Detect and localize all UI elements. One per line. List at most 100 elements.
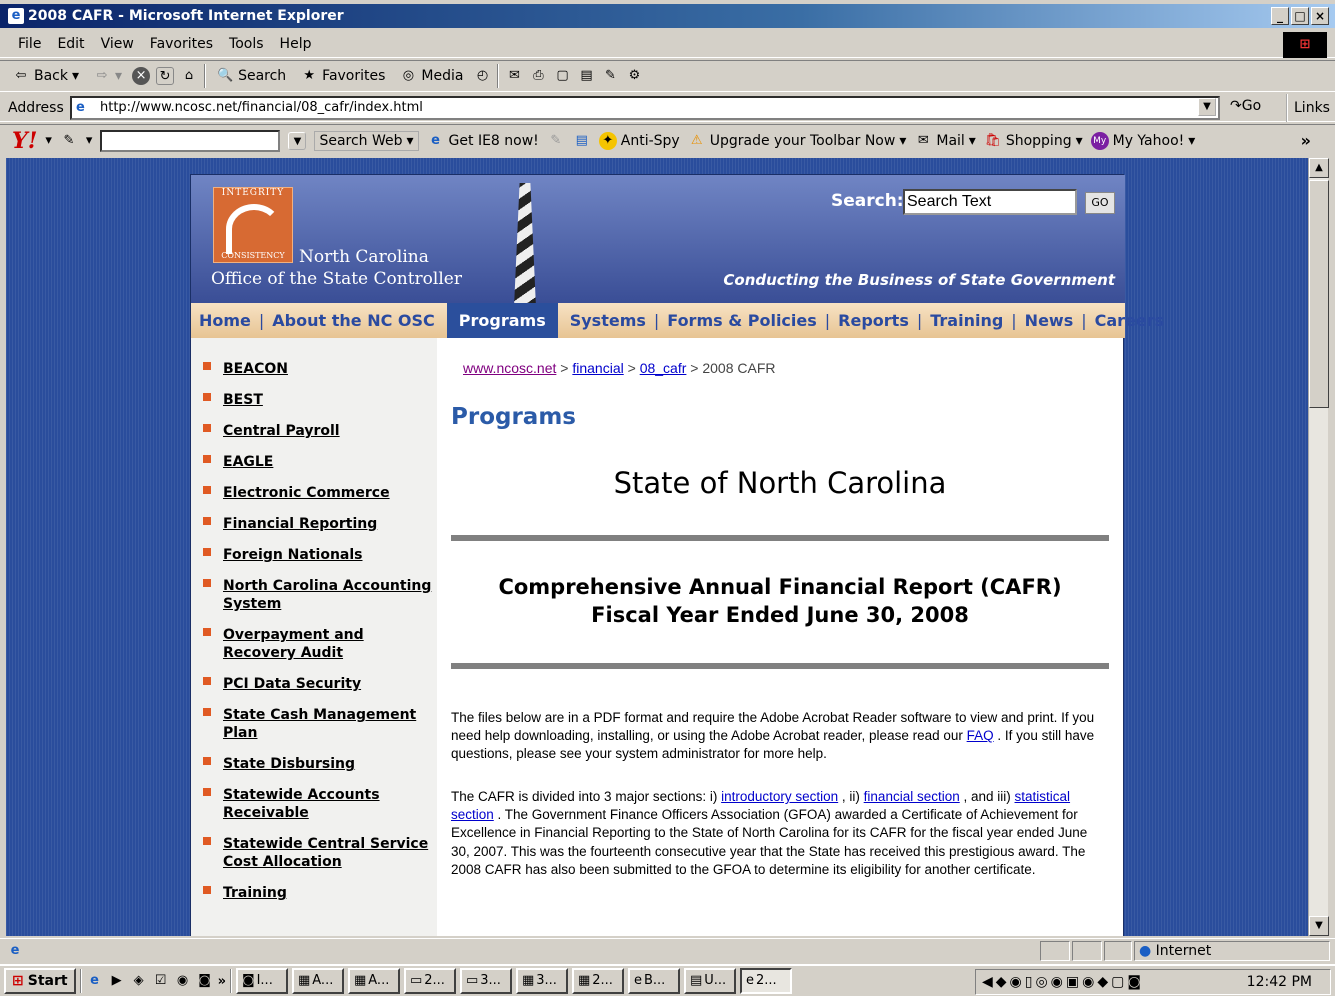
ie-quicklaunch-icon[interactable]: e: [86, 972, 104, 990]
breadcrumb-financial-link[interactable]: financial: [572, 360, 623, 376]
mail-icon[interactable]: ✉: [505, 67, 523, 85]
yahoo-logo-icon[interactable]: Y!: [12, 128, 37, 154]
taskbar-button[interactable]: ▦ 3...: [515, 968, 568, 994]
edit-icon[interactable]: ▢: [553, 67, 571, 85]
taskbar-button[interactable]: e B...: [627, 968, 680, 994]
yahoo-search-dropdown-icon[interactable]: ▼: [288, 131, 307, 150]
sidebar-link-pci[interactable]: PCI Data Security: [223, 676, 361, 692]
forward-button[interactable]: ⇨ ▾: [89, 67, 126, 85]
taskbar-button[interactable]: ▤ U...: [683, 968, 736, 994]
nav-systems[interactable]: Systems: [562, 311, 654, 330]
sidebar-link-electronic-commerce[interactable]: Electronic Commerce: [223, 485, 390, 501]
menu-edit[interactable]: Edit: [49, 36, 92, 52]
sidebar-link-ncas[interactable]: North Carolina Accounting System: [223, 578, 431, 612]
site-search-go-button[interactable]: GO: [1085, 192, 1115, 214]
sidebar-link-financial-reporting[interactable]: Financial Reporting: [223, 516, 377, 532]
financial-section-link[interactable]: financial section: [864, 789, 960, 804]
sidebar-link-overpayment[interactable]: Overpayment and Recovery Audit: [223, 627, 364, 661]
breadcrumb-08cafr-link[interactable]: 08_cafr: [640, 360, 687, 376]
standard-toolbar: ⇦ Back ▾ ⇨ ▾ × ↻ ⌂ 🔍 Search ★ Favorites ◎ Medi…: [0, 60, 1335, 92]
menu-tools[interactable]: Tools: [221, 36, 272, 52]
nav-news[interactable]: News: [1017, 311, 1082, 330]
toolbar-more-button[interactable]: »: [1301, 131, 1311, 150]
media-player-quicklaunch-icon[interactable]: ▶: [108, 972, 126, 990]
start-button[interactable]: ⊞ Start: [4, 968, 76, 994]
print-icon[interactable]: ⎙: [529, 67, 547, 85]
layout-icon[interactable]: ▤: [573, 132, 591, 150]
menu-help[interactable]: Help: [272, 36, 320, 52]
quicklaunch-icon[interactable]: ☑: [152, 972, 170, 990]
mail-button[interactable]: ✉ Mail ▾: [914, 132, 976, 150]
sidebar-link-state-disbursing[interactable]: State Disbursing: [223, 756, 355, 772]
menu-file[interactable]: File: [10, 36, 49, 52]
my-yahoo-button[interactable]: My My Yahoo! ▾: [1090, 131, 1195, 150]
quicklaunch-icon[interactable]: ◉: [174, 972, 192, 990]
anti-spy-button[interactable]: ✦ Anti-Spy: [598, 131, 680, 150]
sidebar-link-cost-allocation[interactable]: Statewide Central Service Cost Allocatio…: [223, 836, 428, 870]
sidebar-link-beacon[interactable]: BEACON: [223, 361, 288, 377]
lighthouse-image: [514, 183, 536, 303]
sidebar-link-cash-management[interactable]: State Cash Management Plan: [223, 707, 416, 741]
sidebar-link-accounts-receivable[interactable]: Statewide Accounts Receivable: [223, 787, 380, 821]
breadcrumb-home-link[interactable]: www.ncosc.net: [463, 360, 556, 376]
sidebar-link-eagle[interactable]: EAGLE: [223, 454, 273, 470]
taskbar-button[interactable]: ◙ I...: [235, 968, 288, 994]
links-button[interactable]: Links: [1286, 94, 1330, 122]
stop-icon[interactable]: ×: [132, 67, 151, 85]
quicklaunch-icon[interactable]: ◈: [130, 972, 148, 990]
taskbar-button[interactable]: ▦ A...: [347, 968, 400, 994]
shopping-button[interactable]: 🛍 Shopping ▾: [984, 132, 1083, 150]
scroll-down-icon[interactable]: ▼: [1309, 916, 1329, 936]
vertical-scrollbar[interactable]: ▲ ▼: [1308, 158, 1329, 936]
home-icon[interactable]: ⌂: [180, 67, 198, 85]
nav-forms-policies[interactable]: Forms & Policies: [659, 311, 824, 330]
nav-about[interactable]: About the NC OSC: [264, 311, 442, 330]
sidebar-link-training[interactable]: Training: [223, 885, 287, 901]
nav-training[interactable]: Training: [922, 311, 1011, 330]
back-button[interactable]: ⇦ Back ▾: [8, 67, 83, 85]
minimize-button[interactable]: _: [1271, 7, 1289, 25]
nav-home[interactable]: Home: [191, 311, 259, 330]
quicklaunch-more-icon[interactable]: »: [218, 974, 226, 989]
sidebar-link-best[interactable]: BEST: [223, 392, 263, 408]
taskbar-button[interactable]: ▦ A...: [291, 968, 344, 994]
menu-favorites[interactable]: Favorites: [142, 36, 221, 52]
go-button[interactable]: ↷Go: [1230, 98, 1261, 114]
scroll-up-icon[interactable]: ▲: [1309, 158, 1329, 178]
nav-reports[interactable]: Reports: [830, 311, 917, 330]
taskbar-button[interactable]: ▦ 2...: [571, 968, 624, 994]
highlight-icon[interactable]: ✎: [547, 132, 565, 150]
quicklaunch-icon[interactable]: ◙: [196, 972, 214, 990]
introductory-section-link[interactable]: introductory section: [721, 789, 838, 804]
tray-icons[interactable]: ◀◆◉▯◎◉▣◉◆▢◙: [982, 970, 1144, 994]
scroll-thumb[interactable]: [1309, 180, 1329, 408]
yahoo-search-input[interactable]: [100, 129, 281, 152]
sidebar-link-foreign-nationals[interactable]: Foreign Nationals: [223, 547, 363, 563]
messenger-icon[interactable]: ✎: [601, 67, 619, 85]
favorites-button[interactable]: ★ Favorites: [296, 67, 389, 85]
site-search-input[interactable]: [903, 189, 1077, 215]
close-button[interactable]: ×: [1311, 7, 1329, 25]
nav-careers[interactable]: Careers: [1087, 311, 1173, 330]
nav-programs[interactable]: Programs: [446, 303, 558, 338]
sidebar-link-central-payroll[interactable]: Central Payroll: [223, 423, 340, 439]
site-search-label: Search:: [831, 191, 904, 211]
faq-link[interactable]: FAQ: [967, 728, 994, 743]
menu-view[interactable]: View: [93, 36, 142, 52]
research-icon[interactable]: ⚙: [625, 67, 643, 85]
maximize-button[interactable]: □: [1291, 7, 1309, 25]
search-web-button[interactable]: Search Web ▾: [314, 130, 419, 151]
upgrade-toolbar-button[interactable]: ⚠ Upgrade your Toolbar Now ▾: [688, 132, 906, 150]
refresh-icon[interactable]: ↻: [156, 67, 175, 85]
media-button[interactable]: ◎ Media: [395, 67, 467, 85]
discuss-icon[interactable]: ▤: [577, 67, 595, 85]
address-input[interactable]: e http://www.ncosc.net/financial/08_cafr…: [70, 96, 1220, 120]
taskbar-button[interactable]: ▭ 2...: [403, 968, 456, 994]
history-icon[interactable]: ◴: [473, 67, 491, 85]
get-ie8-button[interactable]: e Get IE8 now!: [427, 132, 539, 150]
pencil-icon[interactable]: ✎: [60, 132, 78, 150]
taskbar-button-active[interactable]: e 2...: [739, 968, 792, 994]
taskbar-button[interactable]: ▭ 3...: [459, 968, 512, 994]
search-button[interactable]: 🔍 Search: [212, 67, 290, 85]
address-dropdown-icon[interactable]: ▼: [1198, 98, 1216, 116]
